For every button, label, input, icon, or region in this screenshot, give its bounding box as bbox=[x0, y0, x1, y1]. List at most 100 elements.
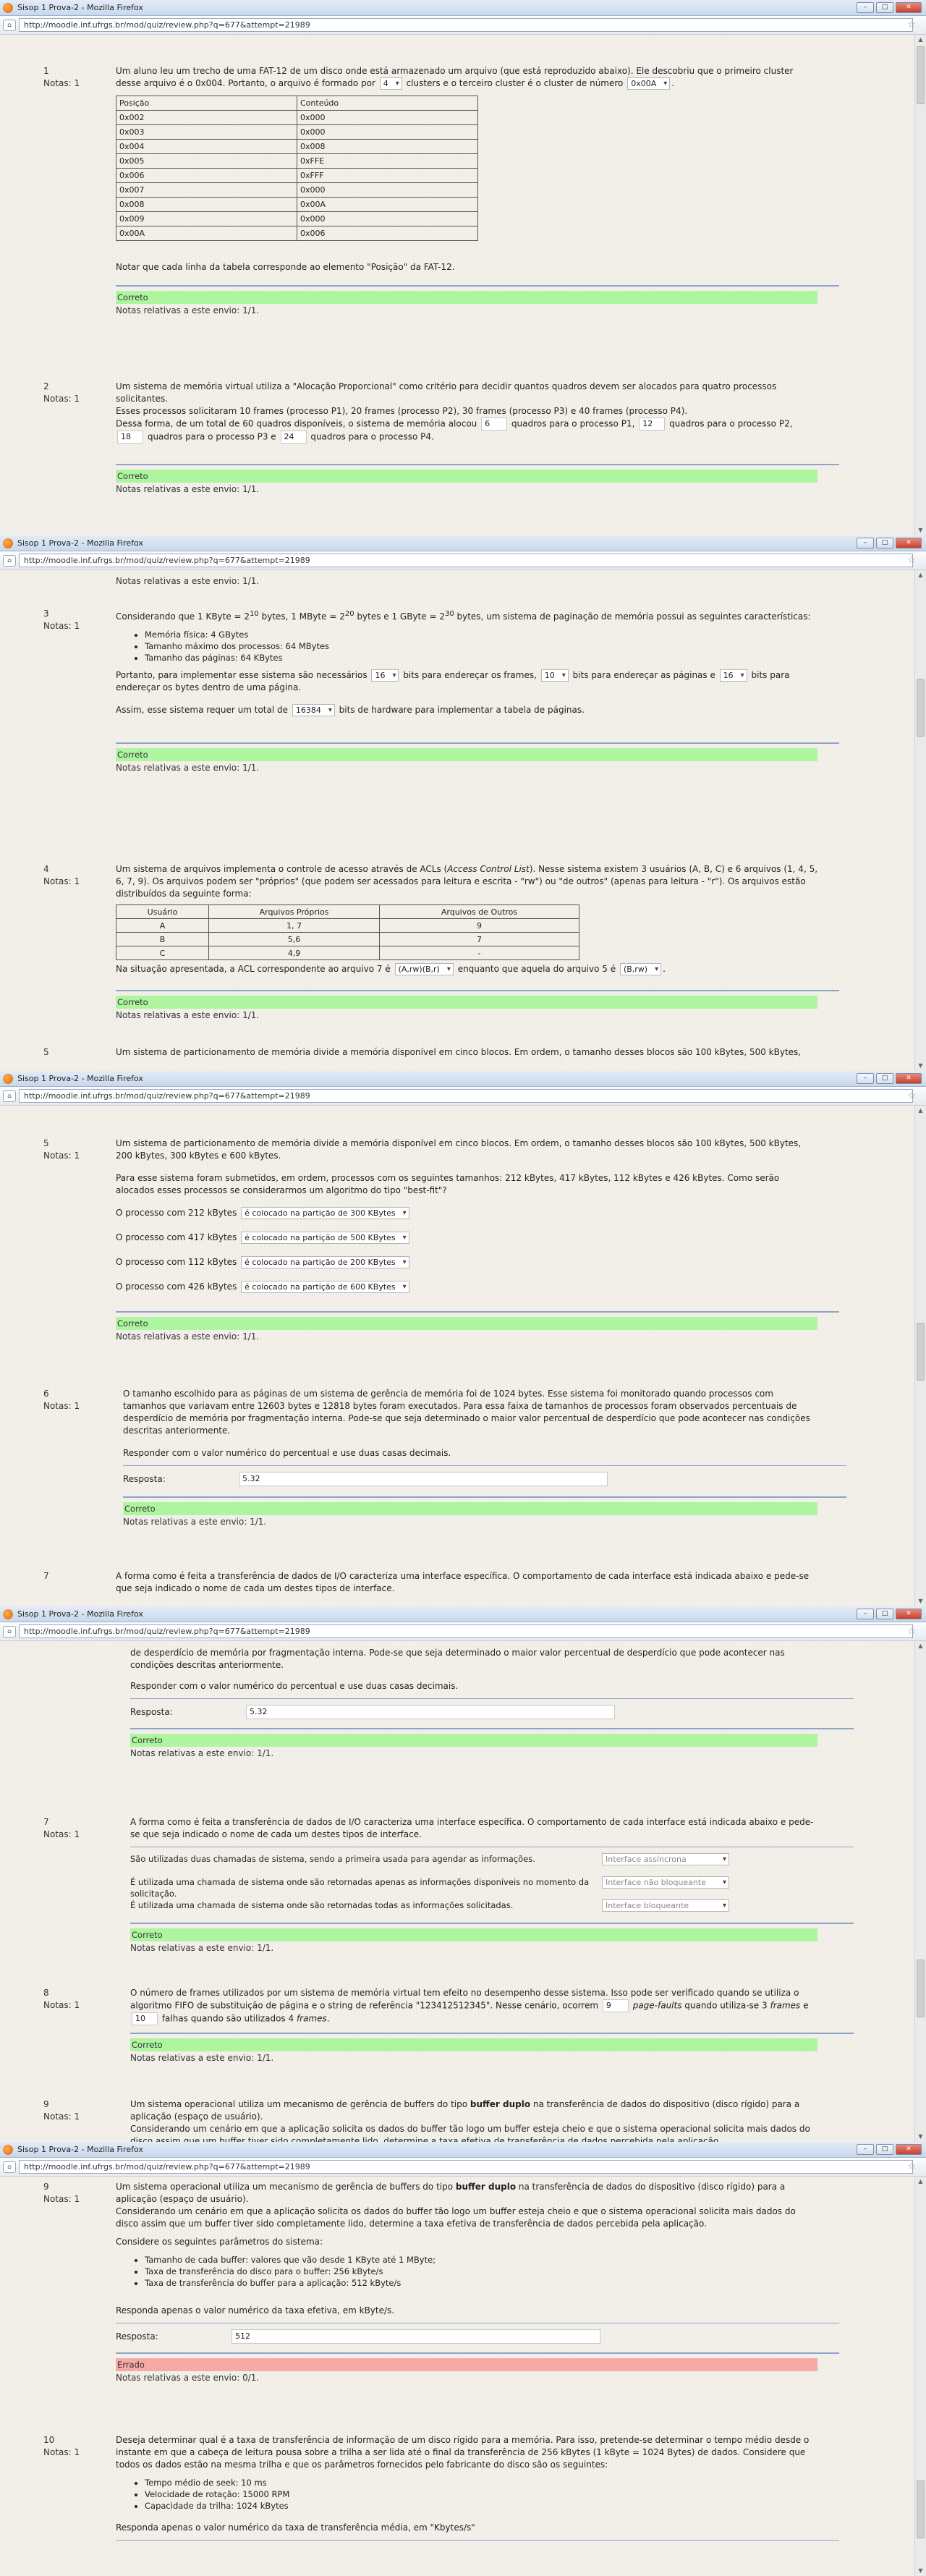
minimize-button[interactable]: – bbox=[857, 2, 874, 13]
minimize-button[interactable]: – bbox=[857, 1609, 874, 1619]
close-button[interactable]: ✕ bbox=[896, 538, 922, 548]
scroll-up-arrow-icon[interactable]: ▲ bbox=[915, 570, 926, 580]
scroll-down-arrow-icon[interactable]: ▼ bbox=[915, 525, 926, 535]
bookmark-star-icon[interactable]: ☆ bbox=[907, 1090, 916, 1101]
acl-file7-select[interactable]: (A,rw)(B,r) bbox=[394, 963, 454, 975]
scroll-down-arrow-icon[interactable]: ▼ bbox=[915, 1061, 926, 1071]
third-cluster-select[interactable]: 0x00A bbox=[627, 77, 671, 90]
maximize-button[interactable]: □ bbox=[876, 538, 893, 548]
firefox-icon bbox=[3, 2144, 13, 2155]
minimize-button[interactable]: – bbox=[857, 1073, 874, 1084]
scrollbar[interactable]: ▲ ▼ bbox=[914, 2177, 926, 2576]
table-row: 0x009 0x000 bbox=[116, 211, 478, 226]
p2-frames-input[interactable]: 12 bbox=[639, 418, 666, 431]
scroll-up-arrow-icon[interactable]: ▲ bbox=[915, 2177, 926, 2187]
maximize-button[interactable]: □ bbox=[876, 1609, 893, 1619]
maximize-button[interactable]: □ bbox=[876, 2144, 893, 2155]
scrollbar[interactable]: ▲ ▼ bbox=[914, 570, 926, 1071]
screenshot-3: Sisop 1 Prova-2 - Mozilla Firefox – □ ✕ ⌂ h… bbox=[0, 1071, 926, 1606]
bookmark-star-icon[interactable]: ☆ bbox=[907, 2161, 916, 2172]
bookmark-star-icon[interactable]: ☆ bbox=[907, 555, 916, 566]
list-item: Velocidade de rotação: 15000 RPM bbox=[145, 2488, 817, 2500]
minimize-button[interactable]: – bbox=[857, 2144, 874, 2155]
scrollbar-thumb[interactable] bbox=[917, 1323, 925, 1381]
clusters-count-select[interactable]: 4 bbox=[379, 77, 402, 90]
answer-row: Resposta: 512 bbox=[116, 2329, 817, 2344]
page-bits-select[interactable]: 10 bbox=[540, 669, 569, 682]
scrollbar[interactable]: ▲ ▼ bbox=[914, 35, 926, 535]
scroll-up-arrow-icon[interactable]: ▲ bbox=[915, 1106, 926, 1116]
answer-input[interactable]: 5.32 bbox=[246, 1705, 615, 1719]
partition-select-426[interactable]: é colocado na partição de 600 KBytes bbox=[241, 1281, 409, 1293]
close-button[interactable]: ✕ bbox=[896, 2144, 922, 2155]
site-identity-icon[interactable]: ⌂ bbox=[3, 1090, 16, 1102]
total-bits-select[interactable]: 16384 bbox=[292, 704, 335, 716]
scrollbar-thumb[interactable] bbox=[917, 1959, 925, 2017]
maximize-button[interactable]: □ bbox=[876, 1073, 893, 1084]
list-item: Memória física: 4 GBytes bbox=[145, 629, 817, 640]
interface-type-select-2[interactable]: Interface não bloqueante bbox=[602, 1876, 729, 1889]
page-faults-3-input[interactable]: 9 bbox=[602, 1999, 629, 2012]
bookmark-star-icon[interactable]: ☆ bbox=[907, 20, 916, 30]
list-item: São utilizadas duas chamadas de sistema,… bbox=[130, 1853, 817, 1876]
list-item: Capacidade da trilha: 1024 kBytes bbox=[145, 2500, 817, 2512]
site-identity-icon[interactable]: ⌂ bbox=[3, 554, 16, 567]
page-faults-4-input[interactable]: 10 bbox=[132, 2012, 158, 2025]
scrollbar-thumb[interactable] bbox=[917, 46, 925, 104]
screenshot-5: Sisop 1 Prova-2 - Mozilla Firefox – □ ✕ ⌂ h… bbox=[0, 2142, 926, 2576]
partition-select-417[interactable]: é colocado na partição de 500 KBytes bbox=[241, 1232, 409, 1244]
site-identity-icon[interactable]: ⌂ bbox=[3, 1625, 16, 1637]
interface-type-select-1[interactable]: Interface assíncrona bbox=[602, 1853, 729, 1865]
site-identity-icon[interactable]: ⌂ bbox=[3, 19, 16, 31]
url-field[interactable]: http://moodle.inf.ufrgs.br/mod/quiz/revi… bbox=[19, 18, 913, 32]
question-info: 8 Notas: 1 bbox=[43, 1988, 80, 2010]
table-row: A 1, 79 bbox=[116, 918, 579, 933]
relative-grade: Notas relativas a este envio: 1/1. bbox=[130, 1748, 274, 1758]
feedback-correct: Correto bbox=[116, 1317, 817, 1330]
scrollbar[interactable]: ▲ ▼ bbox=[914, 1641, 926, 2142]
page-content: de desperdício de memória por fragmentaç… bbox=[0, 1641, 914, 2142]
close-button[interactable]: ✕ bbox=[896, 1609, 922, 1619]
url-field[interactable]: http://moodle.inf.ufrgs.br/mod/quiz/revi… bbox=[19, 1624, 913, 1638]
partition-select-212[interactable]: é colocado na partição de 300 KBytes bbox=[241, 1207, 409, 1219]
offset-bits-select[interactable]: 16 bbox=[719, 669, 747, 682]
p4-frames-input[interactable]: 24 bbox=[280, 431, 307, 444]
interface-type-select-3[interactable]: Interface bloqueante bbox=[602, 1899, 729, 1912]
maximize-button[interactable]: □ bbox=[876, 2, 893, 13]
table-row: 0x004 0x008 bbox=[116, 139, 478, 154]
close-button[interactable]: ✕ bbox=[896, 2, 922, 13]
table-row: C 4,9- bbox=[116, 946, 579, 960]
url-bar: ⌂ http://moodle.inf.ufrgs.br/mod/quiz/rev… bbox=[0, 1087, 926, 1106]
scroll-up-arrow-icon[interactable]: ▲ bbox=[915, 35, 926, 45]
scrollbar-thumb[interactable] bbox=[917, 679, 925, 737]
close-button[interactable]: ✕ bbox=[896, 1073, 922, 1084]
list-item: Taxa de transferência do disco para o bu… bbox=[145, 2266, 817, 2277]
partition-select-112[interactable]: é colocado na partição de 200 KBytes bbox=[241, 1256, 409, 1268]
scrollbar-thumb[interactable] bbox=[917, 2480, 925, 2538]
p1-frames-input[interactable]: 6 bbox=[481, 418, 508, 431]
relative-grade: Notas relativas a este envio: 1/1. bbox=[116, 484, 260, 494]
scroll-up-arrow-icon[interactable]: ▲ bbox=[915, 1641, 926, 1651]
relative-grade: Notas relativas a este envio: 1/1. bbox=[130, 2053, 274, 2063]
window-title: Sisop 1 Prova-2 - Mozilla Firefox bbox=[17, 3, 143, 12]
url-field[interactable]: http://moodle.inf.ufrgs.br/mod/quiz/revi… bbox=[19, 1089, 913, 1103]
page-content: Notas relativas a este envio: 1/1. 3 Nota… bbox=[0, 570, 914, 1071]
bookmark-star-icon[interactable]: ☆ bbox=[907, 1626, 916, 1637]
site-identity-icon[interactable]: ⌂ bbox=[3, 2161, 16, 2173]
scroll-down-arrow-icon[interactable]: ▼ bbox=[915, 2132, 926, 2142]
scroll-down-arrow-icon[interactable]: ▼ bbox=[915, 2566, 926, 2576]
minimize-button[interactable]: – bbox=[857, 538, 874, 548]
list-item: É utilizada uma chamada de sistema onde … bbox=[130, 1899, 817, 1923]
scrollbar[interactable]: ▲ ▼ bbox=[914, 1106, 926, 1606]
answer-input[interactable]: 512 bbox=[232, 2329, 600, 2344]
url-field[interactable]: http://moodle.inf.ufrgs.br/mod/quiz/revi… bbox=[19, 2160, 913, 2174]
url-field[interactable]: http://moodle.inf.ufrgs.br/mod/quiz/revi… bbox=[19, 554, 913, 567]
acl-file5-select[interactable]: (B,rw) bbox=[619, 963, 662, 975]
p3-frames-input[interactable]: 18 bbox=[117, 431, 143, 444]
frame-bits-select[interactable]: 16 bbox=[371, 669, 399, 682]
answer-input[interactable]: 5.32 bbox=[239, 1472, 608, 1486]
scroll-down-arrow-icon[interactable]: ▼ bbox=[915, 1596, 926, 1606]
table-row: 0x007 0x000 bbox=[116, 182, 478, 198]
question-info: 9 Notas: 1 bbox=[43, 2182, 80, 2204]
window-title: Sisop 1 Prova-2 - Mozilla Firefox bbox=[17, 1074, 143, 1083]
